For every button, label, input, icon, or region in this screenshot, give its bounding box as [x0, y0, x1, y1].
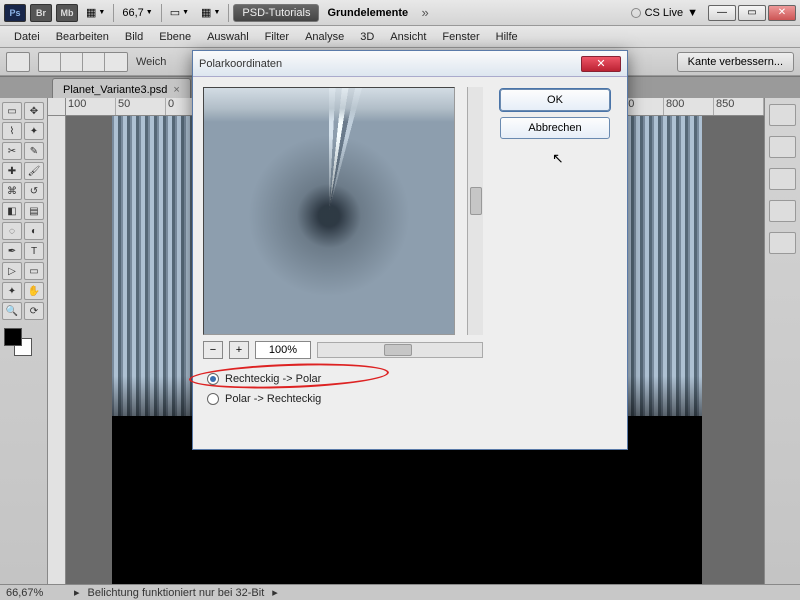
- marquee-tool-icon[interactable]: ▭: [2, 102, 22, 120]
- option-polar-to-rect[interactable]: Polar -> Rechteckig: [207, 393, 483, 405]
- zoom-out-button[interactable]: −: [203, 341, 223, 359]
- menu-filter[interactable]: Filter: [257, 31, 297, 43]
- panel-layers-icon[interactable]: [769, 200, 796, 222]
- dialog-close-button[interactable]: ✕: [581, 56, 621, 72]
- type-tool-icon[interactable]: T: [24, 242, 44, 260]
- history-brush-icon[interactable]: ↺: [24, 182, 44, 200]
- polar-coordinates-dialog: Polarkoordinaten ✕ − + 100% Rechtec: [192, 50, 628, 450]
- menu-hilfe[interactable]: Hilfe: [488, 31, 526, 43]
- 3d-tool-icon[interactable]: ✦: [2, 282, 22, 300]
- status-message: Belichtung funktioniert nur bei 32-Bit: [88, 587, 265, 599]
- panel-color-icon[interactable]: [769, 104, 796, 126]
- wand-tool-icon[interactable]: ✦: [24, 122, 44, 140]
- selection-mode-segment[interactable]: [38, 52, 128, 72]
- app-titlebar: Ps Br Mb ▦▼ 66,7▼ ▭▼ ▦▼ PSD-Tutorials Gr…: [0, 0, 800, 26]
- document-tab[interactable]: Planet_Variante3.psd ×: [52, 78, 191, 98]
- arrange-dropdown[interactable]: ▦▼: [197, 4, 224, 22]
- menu-fenster[interactable]: Fenster: [434, 31, 487, 43]
- brush-tool-icon[interactable]: 🖌: [24, 162, 44, 180]
- dodge-tool-icon[interactable]: ◐: [24, 222, 44, 240]
- dialog-titlebar[interactable]: Polarkoordinaten ✕: [193, 51, 627, 77]
- close-tab-icon[interactable]: ×: [173, 84, 179, 96]
- panel-history-icon[interactable]: [769, 232, 796, 254]
- menu-ansicht[interactable]: Ansicht: [382, 31, 434, 43]
- option-label: Polar -> Rechteckig: [225, 393, 321, 405]
- workspace-label[interactable]: Grundelemente: [323, 4, 412, 22]
- cslive-status-icon: [631, 8, 641, 18]
- preview-scrollbar-h[interactable]: [317, 342, 483, 358]
- zoom-in-button[interactable]: +: [229, 341, 249, 359]
- status-nav-icon[interactable]: ▸: [74, 586, 80, 599]
- status-more-icon[interactable]: ▸: [272, 586, 278, 599]
- gradient-tool-icon[interactable]: ▤: [24, 202, 44, 220]
- collapsed-panels: [764, 98, 800, 584]
- ok-button[interactable]: OK: [500, 89, 610, 111]
- lasso-tool-icon[interactable]: ⌇: [2, 122, 22, 140]
- shape-tool-icon[interactable]: ▭: [24, 262, 44, 280]
- preview-zoom-value: 100%: [255, 341, 311, 359]
- dialog-title: Polarkoordinaten: [199, 58, 282, 70]
- hand-tool-icon[interactable]: ✋: [24, 282, 44, 300]
- refine-edge-button[interactable]: Kante verbessern...: [677, 52, 794, 72]
- menu-bild[interactable]: Bild: [117, 31, 151, 43]
- blur-tool-icon[interactable]: ◌: [2, 222, 22, 240]
- heal-tool-icon[interactable]: ✚: [2, 162, 22, 180]
- zoom-level-dropdown[interactable]: 66,7▼: [118, 4, 156, 22]
- option-rect-to-polar[interactable]: Rechteckig -> Polar: [207, 373, 483, 385]
- eraser-tool-icon[interactable]: ◧: [2, 202, 22, 220]
- toolbox: ▭✥ ⌇✦ ✂✎ ✚🖌 ⌘↺ ◧▤ ◌◐ ✒T ▷▭ ✦✋ 🔍⟳: [0, 98, 48, 584]
- tool-preset-slot[interactable]: [6, 52, 30, 72]
- option-label: Rechteckig -> Polar: [225, 373, 321, 385]
- radio-icon: [207, 373, 219, 385]
- bridge-icon[interactable]: Br: [30, 4, 52, 22]
- cancel-button[interactable]: Abbrechen: [500, 117, 610, 139]
- menu-analyse[interactable]: Analyse: [297, 31, 352, 43]
- document-tab-label: Planet_Variante3.psd: [63, 84, 167, 96]
- preview-scrollbar-v[interactable]: [467, 87, 483, 335]
- crop-tool-icon[interactable]: ✂: [2, 142, 22, 160]
- menu-bearbeiten[interactable]: Bearbeiten: [48, 31, 117, 43]
- ruler-vertical: [48, 116, 66, 584]
- panel-adjust-icon[interactable]: [769, 168, 796, 190]
- screen-mode-dropdown[interactable]: ▦▼: [82, 4, 109, 22]
- foreground-swatch[interactable]: [4, 328, 22, 346]
- cslive-button[interactable]: CS Live▼: [631, 7, 698, 19]
- feather-label: Weich: [136, 56, 166, 68]
- main-menu: Datei Bearbeiten Bild Ebene Auswahl Filt…: [0, 26, 800, 48]
- window-close-button[interactable]: ✕: [768, 5, 796, 21]
- ruler-origin: [48, 98, 66, 116]
- move-tool-icon[interactable]: ✥: [24, 102, 44, 120]
- color-swatches[interactable]: [2, 328, 45, 358]
- status-zoom[interactable]: 66,67%: [6, 587, 66, 599]
- menu-ebene[interactable]: Ebene: [151, 31, 199, 43]
- radio-icon: [207, 393, 219, 405]
- rotate-view-icon[interactable]: ⟳: [24, 302, 44, 320]
- minibridge-icon[interactable]: Mb: [56, 4, 78, 22]
- menu-auswahl[interactable]: Auswahl: [199, 31, 257, 43]
- menu-3d[interactable]: 3D: [352, 31, 382, 43]
- eyedropper-tool-icon[interactable]: ✎: [24, 142, 44, 160]
- workspace-more-icon[interactable]: »: [416, 5, 434, 20]
- filter-preview[interactable]: [203, 87, 455, 335]
- window-maximize-button[interactable]: ▭: [738, 5, 766, 21]
- zoom-tool-icon[interactable]: 🔍: [2, 302, 22, 320]
- ps-icon: Ps: [4, 4, 26, 22]
- view-extras-dropdown[interactable]: ▭▼: [166, 4, 193, 22]
- pen-tool-icon[interactable]: ✒: [2, 242, 22, 260]
- window-minimize-button[interactable]: —: [708, 5, 736, 21]
- menu-datei[interactable]: Datei: [6, 31, 48, 43]
- status-bar: 66,67% ▸ Belichtung funktioniert nur bei…: [0, 584, 800, 600]
- path-sel-tool-icon[interactable]: ▷: [2, 262, 22, 280]
- panel-swatches-icon[interactable]: [769, 136, 796, 158]
- stamp-tool-icon[interactable]: ⌘: [2, 182, 22, 200]
- tutorial-group-button[interactable]: PSD-Tutorials: [233, 4, 319, 22]
